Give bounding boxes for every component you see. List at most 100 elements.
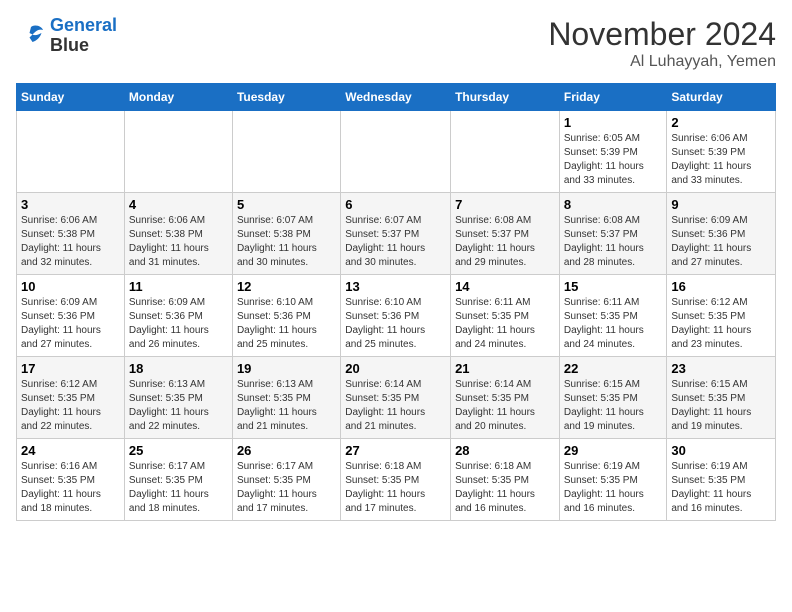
calendar-cell: 7Sunrise: 6:08 AM Sunset: 5:37 PM Daylig… (451, 193, 560, 275)
calendar-cell: 17 Sunrise: 6:12 AM Sunset: 5:35 PM Dayli… (17, 357, 125, 439)
day-info: Sunrise: 6:19 AM Sunset: 5:35 PM Dayligh… (671, 460, 771, 516)
day-header-thursday: Thursday (451, 84, 560, 111)
day-info: Sunrise: 6:14 AM Sunset: 5:35 PM Dayligh… (455, 378, 555, 434)
calendar-cell: 14 Sunrise: 6:11 AM Sunset: 5:35 PM Dayli… (451, 275, 560, 357)
day-number: 27 (345, 443, 446, 458)
calendar-cell: 4 Sunrise: 6:06 AM Sunset: 5:38 PM Daylig… (124, 193, 232, 275)
location: Al Luhayyah, Yemen (548, 53, 776, 71)
day-info: Sunrise: 6:15 AM Sunset: 5:35 PM Dayligh… (564, 378, 663, 434)
calendar-table: SundayMondayTuesdayWednesdayThursdayFrid… (16, 83, 776, 521)
calendar-cell: 20Sunrise: 6:14 AM Sunset: 5:35 PM Dayli… (341, 357, 451, 439)
calendar-cell (341, 111, 451, 193)
day-header-sunday: Sunday (17, 84, 125, 111)
day-info: Sunrise: 6:13 AM Sunset: 5:35 PM Dayligh… (129, 378, 228, 434)
day-number: 23 (671, 361, 771, 376)
day-header-wednesday: Wednesday (341, 84, 451, 111)
calendar-week-5: 24 Sunrise: 6:16 AM Sunset: 5:35 PM Dayli… (17, 439, 776, 521)
day-number: 5 (237, 197, 336, 212)
day-number: 19 (237, 361, 336, 376)
day-info: Sunrise: 6:19 AM Sunset: 5:35 PM Dayligh… (564, 460, 663, 516)
day-info: Sunrise: 6:12 AM Sunset: 5:35 PM Dayligh… (21, 378, 120, 434)
calendar-cell: 27 Sunrise: 6:18 AM Sunset: 5:35 PM Dayli… (341, 439, 451, 521)
day-info: Sunrise: 6:18 AM Sunset: 5:35 PM Dayligh… (345, 460, 446, 516)
day-number: 4 (129, 197, 228, 212)
day-number: 18 (129, 361, 228, 376)
day-number: 3 (21, 197, 120, 212)
calendar-cell (232, 111, 340, 193)
day-number: 9 (671, 197, 771, 212)
calendar-cell: 2 Sunrise: 6:06 AM Sunset: 5:39 PM Daylig… (667, 111, 776, 193)
calendar-week-2: 3 Sunrise: 6:06 AM Sunset: 5:38 PM Daylig… (17, 193, 776, 275)
calendar-cell: 28Sunrise: 6:18 AM Sunset: 5:35 PM Dayli… (451, 439, 560, 521)
day-number: 26 (237, 443, 336, 458)
day-info: Sunrise: 6:11 AM Sunset: 5:35 PM Dayligh… (564, 296, 663, 352)
day-number: 29 (564, 443, 663, 458)
day-number: 21 (455, 361, 555, 376)
calendar-cell: 22 Sunrise: 6:15 AM Sunset: 5:35 PM Dayli… (559, 357, 667, 439)
logo-bird-icon (16, 21, 46, 51)
day-header-monday: Monday (124, 84, 232, 111)
day-info: Sunrise: 6:17 AM Sunset: 5:35 PM Dayligh… (129, 460, 228, 516)
calendar-cell (124, 111, 232, 193)
calendar-cell: 23 Sunrise: 6:15 AM Sunset: 5:35 PM Dayli… (667, 357, 776, 439)
title-block: November 2024 Al Luhayyah, Yemen (548, 16, 776, 71)
logo-text: GeneralBlue (50, 16, 117, 56)
day-info: Sunrise: 6:07 AM Sunset: 5:37 PM Dayligh… (345, 214, 446, 270)
calendar-cell: 19 Sunrise: 6:13 AM Sunset: 5:35 PM Dayli… (232, 357, 340, 439)
day-info: Sunrise: 6:06 AM Sunset: 5:39 PM Dayligh… (671, 132, 771, 188)
day-info: Sunrise: 6:09 AM Sunset: 5:36 PM Dayligh… (129, 296, 228, 352)
calendar-header: SundayMondayTuesdayWednesdayThursdayFrid… (17, 84, 776, 111)
calendar-cell (17, 111, 125, 193)
day-info: Sunrise: 6:08 AM Sunset: 5:37 PM Dayligh… (564, 214, 663, 270)
day-number: 17 (21, 361, 120, 376)
day-info: Sunrise: 6:09 AM Sunset: 5:36 PM Dayligh… (671, 214, 771, 270)
day-number: 16 (671, 279, 771, 294)
day-number: 14 (455, 279, 555, 294)
calendar-cell: 16 Sunrise: 6:12 AM Sunset: 5:35 PM Dayli… (667, 275, 776, 357)
day-info: Sunrise: 6:07 AM Sunset: 5:38 PM Dayligh… (237, 214, 336, 270)
day-number: 10 (21, 279, 120, 294)
day-number: 15 (564, 279, 663, 294)
calendar-cell: 24 Sunrise: 6:16 AM Sunset: 5:35 PM Dayli… (17, 439, 125, 521)
day-number: 22 (564, 361, 663, 376)
day-number: 13 (345, 279, 446, 294)
calendar-cell: 15 Sunrise: 6:11 AM Sunset: 5:35 PM Dayli… (559, 275, 667, 357)
day-number: 20 (345, 361, 446, 376)
calendar-week-3: 10 Sunrise: 6:09 AM Sunset: 5:36 PM Dayli… (17, 275, 776, 357)
day-info: Sunrise: 6:08 AM Sunset: 5:37 PM Dayligh… (455, 214, 555, 270)
calendar-cell: 26 Sunrise: 6:17 AM Sunset: 5:35 PM Dayli… (232, 439, 340, 521)
calendar-cell: 11 Sunrise: 6:09 AM Sunset: 5:36 PM Dayli… (124, 275, 232, 357)
day-info: Sunrise: 6:17 AM Sunset: 5:35 PM Dayligh… (237, 460, 336, 516)
day-number: 11 (129, 279, 228, 294)
calendar-cell: 25 Sunrise: 6:17 AM Sunset: 5:35 PM Dayli… (124, 439, 232, 521)
day-info: Sunrise: 6:06 AM Sunset: 5:38 PM Dayligh… (21, 214, 120, 270)
day-number: 28 (455, 443, 555, 458)
day-header-friday: Friday (559, 84, 667, 111)
calendar-cell: 30Sunrise: 6:19 AM Sunset: 5:35 PM Dayli… (667, 439, 776, 521)
calendar-cell: 3 Sunrise: 6:06 AM Sunset: 5:38 PM Daylig… (17, 193, 125, 275)
day-info: Sunrise: 6:16 AM Sunset: 5:35 PM Dayligh… (21, 460, 120, 516)
day-info: Sunrise: 6:05 AM Sunset: 5:39 PM Dayligh… (564, 132, 663, 188)
day-info: Sunrise: 6:15 AM Sunset: 5:35 PM Dayligh… (671, 378, 771, 434)
day-number: 2 (671, 115, 771, 130)
calendar-cell (451, 111, 560, 193)
day-number: 6 (345, 197, 446, 212)
day-info: Sunrise: 6:09 AM Sunset: 5:36 PM Dayligh… (21, 296, 120, 352)
day-info: Sunrise: 6:13 AM Sunset: 5:35 PM Dayligh… (237, 378, 336, 434)
day-info: Sunrise: 6:11 AM Sunset: 5:35 PM Dayligh… (455, 296, 555, 352)
calendar-week-4: 17 Sunrise: 6:12 AM Sunset: 5:35 PM Dayli… (17, 357, 776, 439)
calendar-cell: 13Sunrise: 6:10 AM Sunset: 5:36 PM Dayli… (341, 275, 451, 357)
day-info: Sunrise: 6:12 AM Sunset: 5:35 PM Dayligh… (671, 296, 771, 352)
day-info: Sunrise: 6:06 AM Sunset: 5:38 PM Dayligh… (129, 214, 228, 270)
day-number: 1 (564, 115, 663, 130)
calendar-cell: 9 Sunrise: 6:09 AM Sunset: 5:36 PM Daylig… (667, 193, 776, 275)
calendar-cell: 18 Sunrise: 6:13 AM Sunset: 5:35 PM Dayli… (124, 357, 232, 439)
day-number: 24 (21, 443, 120, 458)
day-header-saturday: Saturday (667, 84, 776, 111)
day-info: Sunrise: 6:10 AM Sunset: 5:36 PM Dayligh… (237, 296, 336, 352)
logo: GeneralBlue (16, 16, 117, 56)
day-number: 25 (129, 443, 228, 458)
month-title: November 2024 (548, 16, 776, 53)
page-header: GeneralBlue November 2024 Al Luhayyah, Y… (16, 16, 776, 71)
calendar-cell: 8Sunrise: 6:08 AM Sunset: 5:37 PM Daylig… (559, 193, 667, 275)
